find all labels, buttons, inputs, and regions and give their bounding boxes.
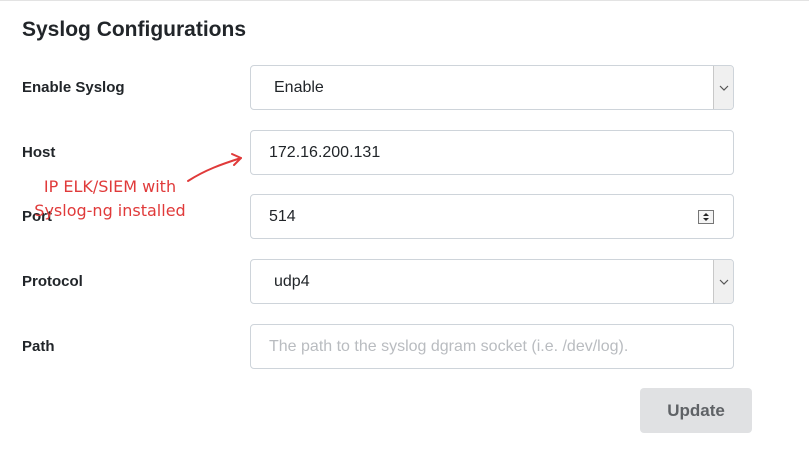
enable-syslog-value: Enable: [274, 78, 324, 96]
host-label: Host: [22, 144, 56, 161]
annotation-line-1: IP ELK/SIEM with: [43, 177, 177, 196]
protocol-select[interactable]: udp4: [250, 259, 734, 304]
enable-syslog-select[interactable]: Enable: [250, 65, 734, 110]
path-placeholder: The path to the syslog dgram socket (i.e…: [269, 337, 629, 355]
annotation-line-2: Syslog-ng installed: [34, 201, 186, 220]
port-value: 514: [269, 207, 296, 225]
annotation-note: IP ELK/SIEM with Syslog-ng installed: [20, 175, 200, 223]
chevron-down-icon[interactable]: [713, 66, 733, 109]
protocol-label: Protocol: [22, 273, 83, 290]
page-title: Syslog Configurations: [22, 18, 247, 41]
path-input[interactable]: The path to the syslog dgram socket (i.e…: [250, 324, 734, 369]
protocol-value: udp4: [274, 272, 310, 290]
chevron-down-icon[interactable]: [713, 260, 733, 303]
host-value: 172.16.200.131: [269, 143, 381, 161]
port-input[interactable]: 514: [250, 194, 734, 239]
top-divider: [0, 0, 809, 1]
enable-syslog-label: Enable Syslog: [22, 79, 125, 96]
number-stepper-icon[interactable]: [698, 210, 714, 224]
host-input[interactable]: 172.16.200.131: [250, 130, 734, 175]
path-label: Path: [22, 338, 55, 355]
update-button[interactable]: Update: [640, 388, 752, 433]
